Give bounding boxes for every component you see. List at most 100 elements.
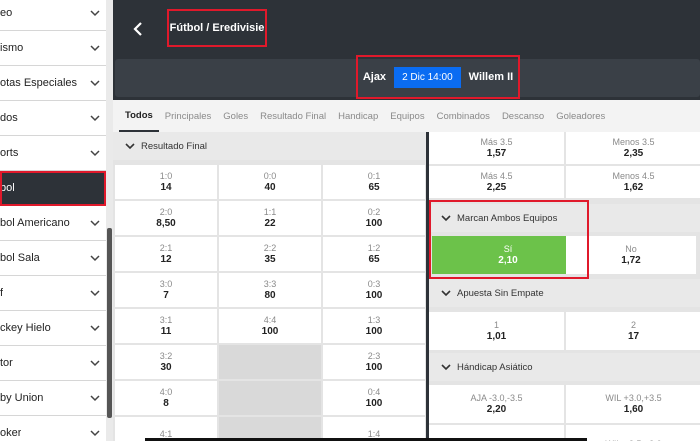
- odds-cell[interactable]: 3:1 11: [115, 309, 217, 343]
- odds-label: 3:3: [263, 278, 277, 289]
- sidebar-item-label: eo: [0, 7, 13, 19]
- odds-value: 7: [163, 289, 169, 301]
- odds-value: 8,50: [156, 217, 176, 229]
- sidebar-item[interactable]: orts: [0, 136, 106, 171]
- chevron-down-icon: [90, 148, 100, 158]
- odds-label: 1: [493, 319, 499, 330]
- sidebar-item-label: ckey Hielo: [0, 322, 51, 334]
- odds-value: 1,60: [623, 403, 644, 415]
- odds-cell[interactable]: Menos 3.5 2,35: [566, 132, 700, 164]
- sidebar-item[interactable]: ckey Hielo: [0, 311, 106, 346]
- sidebar-item[interactable]: ismo: [0, 31, 106, 66]
- odds-label: Menos 3.5: [612, 136, 655, 147]
- odds-cell[interactable]: 1:1 22: [219, 201, 321, 235]
- odds-value: 100: [365, 217, 383, 229]
- odds-label: 4:4: [263, 314, 277, 325]
- odds-value: 2,20: [486, 403, 507, 415]
- section-header-resultado-final[interactable]: Resultado Final: [113, 132, 426, 160]
- odds-cell[interactable]: 3:0 7: [115, 273, 217, 307]
- odds-cell[interactable]: 2:0 8,50: [115, 201, 217, 235]
- tab-item[interactable]: Todos: [119, 100, 159, 132]
- chevron-down-icon: [90, 43, 100, 53]
- section-header-dnb[interactable]: Apuesta Sin Empate: [429, 279, 700, 307]
- tab-item[interactable]: Goles: [217, 100, 254, 132]
- odds-label: 3:1: [159, 314, 173, 325]
- selection-highlight: [429, 200, 589, 279]
- odds-label: 4:0: [159, 386, 173, 397]
- odds-cell[interactable]: 1:0 14: [115, 165, 217, 199]
- odds-label: AJA -3.0,-3.5: [470, 392, 523, 403]
- odds-cell: [219, 381, 321, 415]
- odds-cell[interactable]: 0:3 100: [323, 273, 425, 307]
- tab-item[interactable]: Equipos: [384, 100, 430, 132]
- odds-cell[interactable]: 3:3 80: [219, 273, 321, 307]
- odds-label: 1:3: [367, 314, 381, 325]
- odds-value: 22: [264, 217, 276, 229]
- match-info: Ajax 2 Dic 14:00 Willem II: [356, 55, 520, 99]
- odds-label: 2:0: [159, 206, 173, 217]
- sidebar-item[interactable]: tor: [0, 346, 106, 381]
- sidebar-item[interactable]: bol: [0, 171, 106, 206]
- odds-cell[interactable]: 0:2 100: [323, 201, 425, 235]
- odds-label: Más 3.5: [480, 136, 513, 147]
- sidebar-item-label: otas Especiales: [0, 77, 78, 89]
- odds-cell[interactable]: 0:4 100: [323, 381, 425, 415]
- odds-value: 35: [264, 253, 276, 265]
- odds-value: 2,25: [486, 181, 507, 193]
- odds-cell[interactable]: WIL +3.0,+3.5 1,60: [566, 385, 700, 423]
- odds-label: 2: [630, 319, 636, 330]
- odds-value: 100: [365, 289, 383, 301]
- odds-cell[interactable]: 0:1 65: [323, 165, 425, 199]
- odds-cell[interactable]: Más 3.5 1,57: [429, 132, 564, 164]
- odds-value: 80: [264, 289, 276, 301]
- tab-item[interactable]: Descanso: [496, 100, 550, 132]
- odds-cell[interactable]: AJA -3.0,-3.5 2,20: [429, 385, 564, 423]
- section-header-asian-handicap[interactable]: Hándicap Asiático: [429, 353, 700, 381]
- sidebar-item[interactable]: by Union: [0, 381, 106, 416]
- sidebar-item-label: orts: [0, 147, 19, 159]
- sidebar-item[interactable]: dos: [0, 101, 106, 136]
- odds-label: WIL +3.0,+3.5: [605, 392, 662, 403]
- odds-value: 100: [365, 325, 383, 337]
- tab-item[interactable]: Combinados: [431, 100, 496, 132]
- tab-item[interactable]: Principales: [159, 100, 217, 132]
- main-area: Fútbol / Eredivisie Ajax 2 Dic 14:00 Wil…: [113, 0, 700, 441]
- odds-cell[interactable]: 2:2 35: [219, 237, 321, 271]
- odds-value: 1,72: [621, 254, 641, 266]
- odds-value: 100: [365, 397, 383, 409]
- odds-value: 17: [627, 330, 640, 342]
- odds-value: 1,62: [623, 181, 644, 193]
- sidebar-item[interactable]: f: [0, 276, 106, 311]
- back-button[interactable]: [129, 18, 147, 40]
- odds-cell[interactable]: 1 1,01: [429, 312, 564, 350]
- odds-cell[interactable]: 3:2 30: [115, 345, 217, 379]
- odds-cell[interactable]: 2 17: [566, 312, 700, 350]
- odds-cell[interactable]: 4:0 8: [115, 381, 217, 415]
- sidebar-item[interactable]: eo: [0, 0, 106, 31]
- odds-cell[interactable]: 0:0 40: [219, 165, 321, 199]
- odds-cell[interactable]: 4:4 100: [219, 309, 321, 343]
- odds-label: 1:1: [263, 206, 277, 217]
- odds-cell[interactable]: 1:3 100: [323, 309, 425, 343]
- sidebar-item[interactable]: otas Especiales: [0, 66, 106, 101]
- odds-cell[interactable]: Más 4.5 2,25: [429, 166, 564, 198]
- odds-cell[interactable]: 1:2 65: [323, 237, 425, 271]
- sidebar-item[interactable]: bol Sala: [0, 241, 106, 276]
- sidebar-item[interactable]: oker: [0, 416, 106, 441]
- odds-label: 3:0: [159, 278, 173, 289]
- odds-cell[interactable]: Menos 4.5 1,62: [566, 166, 700, 198]
- sidebar-item-label: by Union: [0, 392, 44, 404]
- odds-label: 3:2: [159, 350, 173, 361]
- tab-item[interactable]: Handicap: [332, 100, 384, 132]
- chevron-left-icon: [133, 22, 142, 36]
- sidebar-scroll-thumb[interactable]: [107, 228, 112, 418]
- odds-cell[interactable]: 2:3 100: [323, 345, 425, 379]
- odds-cell[interactable]: 2:1 12: [115, 237, 217, 271]
- sidebar-item-label: bol Americano: [0, 217, 70, 229]
- tab-item[interactable]: Goleadores: [550, 100, 611, 132]
- tab-item[interactable]: Resultado Final: [254, 100, 332, 132]
- chevron-down-icon: [90, 113, 100, 123]
- chevron-down-icon: [90, 288, 100, 298]
- sidebar-item[interactable]: bol Americano: [0, 206, 106, 241]
- odds-value: 8: [163, 397, 169, 409]
